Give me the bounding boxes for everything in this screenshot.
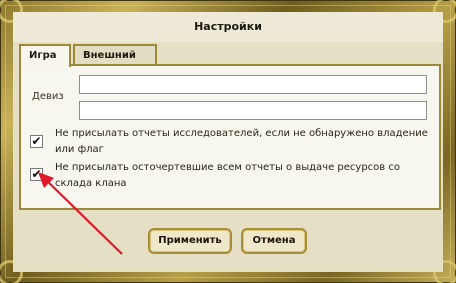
- checkbox-label-explorer-reports: Не присылать отчеты исследователей, если…: [55, 128, 428, 155]
- motto-label: Девиз: [32, 91, 64, 102]
- tab-appearance[interactable]: Внешний вид: [73, 44, 157, 81]
- motto-input-line-2[interactable]: [79, 101, 427, 120]
- checkbox-hide-explorer-reports[interactable]: ✔: [30, 135, 43, 148]
- cancel-button[interactable]: Отмена: [241, 228, 307, 254]
- motto-input-line-1[interactable]: [79, 75, 427, 94]
- apply-button[interactable]: Применить: [148, 228, 232, 254]
- window-title: Настройки: [13, 12, 443, 42]
- checkbox-hide-resource-reports[interactable]: ✔: [30, 168, 43, 181]
- tab-game[interactable]: Игра: [19, 44, 71, 67]
- checkbox-label-resource-reports: Не присылать осточертевшие всем отчеты о…: [55, 162, 400, 189]
